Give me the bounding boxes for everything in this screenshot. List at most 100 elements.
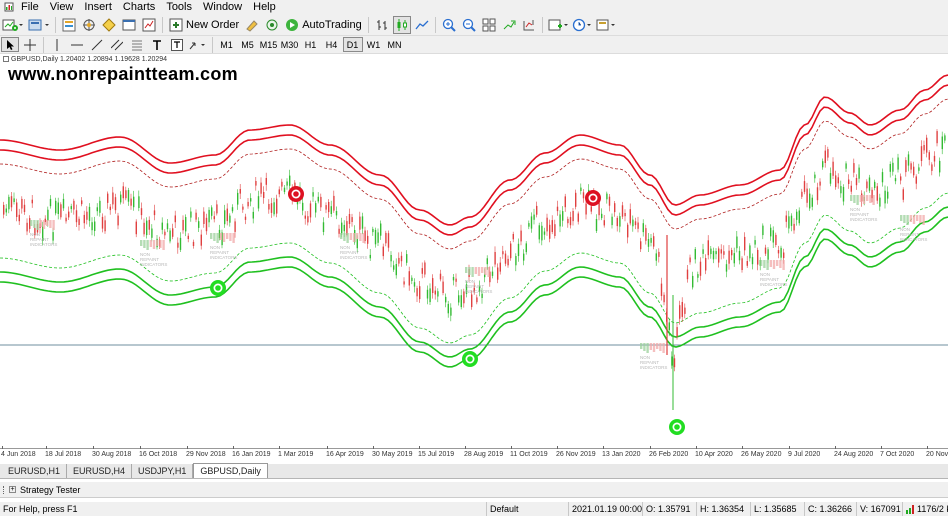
meta-editor-icon[interactable] <box>243 16 261 34</box>
candle-body <box>881 172 884 183</box>
candlestick-icon[interactable] <box>392 15 411 34</box>
candle-body <box>60 204 62 218</box>
terminal-icon[interactable] <box>120 16 138 34</box>
indicator-block <box>916 215 919 221</box>
indicator-block <box>146 240 149 250</box>
zoom-in-icon[interactable] <box>440 16 458 34</box>
candle-body <box>718 248 720 263</box>
timeframe-h1[interactable]: H1 <box>301 37 321 52</box>
strategy-tester-icon[interactable] <box>140 16 158 34</box>
tab-gbpusd-daily[interactable]: GBPUSD,Daily <box>193 463 268 478</box>
tab-eurusd-h1[interactable]: EURUSD,H1 <box>2 464 68 478</box>
candle-body <box>936 131 938 144</box>
candle-body <box>767 249 769 260</box>
bar-chart-icon[interactable] <box>373 16 391 34</box>
indicator-block <box>232 233 235 243</box>
candle-body <box>70 206 72 210</box>
expand-icon[interactable]: + <box>9 486 16 493</box>
new-order-button[interactable]: New Order <box>166 16 242 34</box>
date-label: 16 Jan 2019 <box>232 451 271 458</box>
date-tick <box>650 446 651 449</box>
timeframe-m15[interactable]: M15 <box>259 37 279 52</box>
timeframe-mn[interactable]: MN <box>385 37 405 52</box>
candle-body <box>762 225 764 236</box>
timeframe-m1[interactable]: M1 <box>217 37 237 52</box>
crosshair-icon[interactable] <box>21 36 39 54</box>
candle-body <box>211 207 213 216</box>
strategy-tester-bar[interactable]: + Strategy Tester <box>0 482 948 498</box>
vertical-line-icon[interactable] <box>48 36 66 54</box>
text-tool-icon[interactable] <box>148 36 166 54</box>
app-icon[interactable] <box>2 1 16 13</box>
channel-icon[interactable] <box>108 36 126 54</box>
candle-body <box>582 192 585 199</box>
data-window-icon[interactable] <box>80 16 98 34</box>
candle-body <box>650 237 652 243</box>
candle-body <box>660 283 663 296</box>
zoom-out-icon[interactable] <box>460 16 478 34</box>
date-tick <box>373 446 374 449</box>
chart-shift-icon[interactable] <box>520 16 538 34</box>
horizontal-line-icon[interactable] <box>68 36 86 54</box>
candle-body <box>257 196 260 209</box>
timeframe-w1[interactable]: W1 <box>364 37 384 52</box>
menu-insert[interactable]: Insert <box>81 0 120 14</box>
periods-icon[interactable] <box>571 16 593 34</box>
indicator-label: INDICATORS <box>900 237 927 242</box>
indicator-block <box>782 260 785 270</box>
new-chart-icon[interactable] <box>1 16 25 34</box>
status-close: C: 1.36266 <box>804 502 856 516</box>
tile-windows-icon[interactable] <box>480 16 498 34</box>
candle-body <box>125 190 127 199</box>
menu-window[interactable]: Window <box>200 0 250 14</box>
candle-body <box>556 206 559 212</box>
date-label: 18 Jul 2018 <box>45 451 82 458</box>
candle-body <box>559 214 561 227</box>
tab-usdjpy-h1[interactable]: USDJPY,H1 <box>132 464 194 478</box>
timeframe-h4[interactable]: H4 <box>322 37 342 52</box>
menu-help[interactable]: Help <box>250 0 284 14</box>
profiles-icon[interactable] <box>27 16 51 34</box>
chart-window[interactable]: NON REPAINT INDICATORS NON REPAINT INDICATORS… <box>0 55 948 464</box>
indicator-block <box>643 343 646 351</box>
autotrading-button[interactable]: AutoTrading <box>282 16 365 34</box>
candle-body <box>94 221 96 231</box>
menu-tools[interactable]: Tools <box>163 0 200 14</box>
timeframe-d1[interactable]: D1 <box>342 37 363 52</box>
indicator-label: INDICATORS <box>465 289 492 294</box>
indicator-block <box>226 233 229 239</box>
candle-body <box>452 277 455 281</box>
templates-icon[interactable] <box>595 16 617 34</box>
text-label-icon[interactable] <box>168 36 186 54</box>
market-watch-icon[interactable] <box>60 16 78 34</box>
timeframe-m30[interactable]: M30 <box>280 37 300 52</box>
signals-icon[interactable] <box>263 16 281 34</box>
menu-charts[interactable]: Charts <box>120 0 163 14</box>
candle-body <box>520 230 522 242</box>
tab-eurusd-h4[interactable]: EURUSD,H4 <box>67 464 133 478</box>
price-chart[interactable]: NONREPAINTINDICATORSNONREPAINTINDICATORS… <box>0 55 948 448</box>
line-chart-icon[interactable] <box>413 16 431 34</box>
fibonacci-icon[interactable] <box>128 36 146 54</box>
indicator-block <box>662 343 665 353</box>
timeframe-m5[interactable]: M5 <box>238 37 258 52</box>
candle-body <box>169 230 171 242</box>
indicator-block <box>659 343 662 351</box>
candle-body <box>81 200 83 205</box>
indicator-block <box>477 267 481 276</box>
indicator-block <box>772 260 776 269</box>
menu-file[interactable]: File <box>18 0 47 14</box>
arrows-icon[interactable] <box>188 36 208 54</box>
navigator-icon[interactable] <box>100 16 118 34</box>
trendline-icon[interactable] <box>88 36 106 54</box>
auto-scroll-icon[interactable] <box>500 16 518 34</box>
menu-view[interactable]: View <box>47 0 82 14</box>
candle-body <box>283 187 286 192</box>
indicator-block <box>779 260 782 268</box>
candle-body <box>749 245 751 259</box>
candle-body <box>598 202 600 216</box>
indicators-icon[interactable] <box>547 16 569 34</box>
strategy-tester-label: Strategy Tester <box>20 484 81 495</box>
candle-body <box>387 233 390 248</box>
cursor-icon[interactable] <box>1 37 19 52</box>
